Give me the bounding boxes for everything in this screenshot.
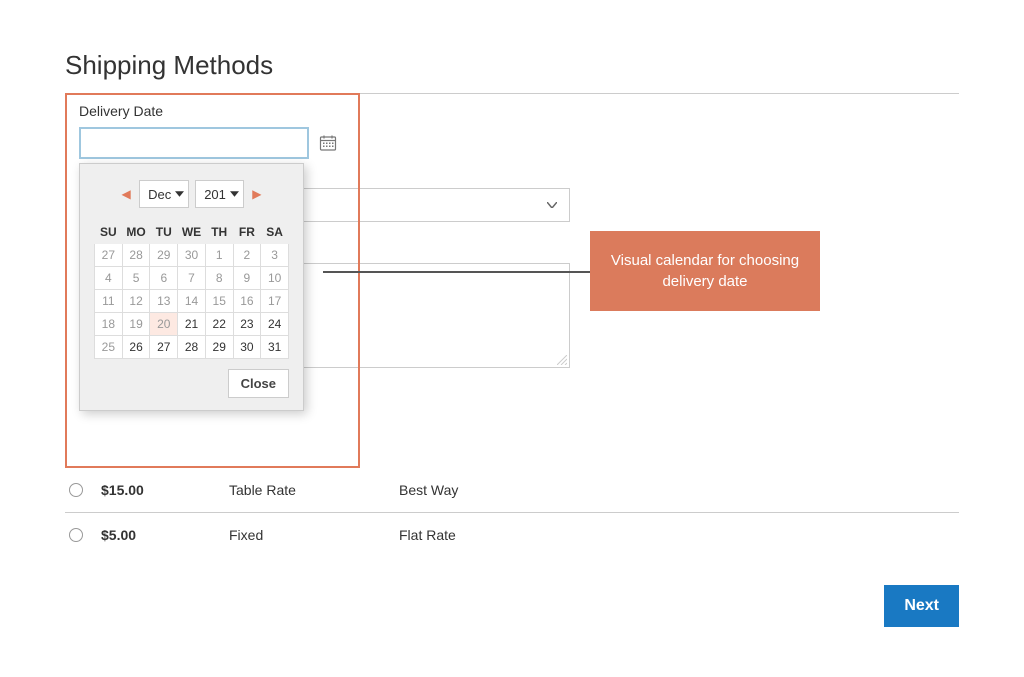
- weekday-header: TH: [205, 221, 233, 244]
- shipping-method-radio[interactable]: [69, 528, 83, 542]
- delivery-area: Delivery Date ◀ Dec: [65, 93, 959, 468]
- weekday-header: WE: [178, 221, 206, 244]
- datepicker-day[interactable]: 2: [233, 244, 261, 267]
- datepicker-day[interactable]: 1: [205, 244, 233, 267]
- datepicker-day[interactable]: 7: [178, 267, 206, 290]
- datepicker-week-row: 18192021222324: [95, 313, 289, 336]
- weekday-header: SU: [95, 221, 123, 244]
- calendar-icon[interactable]: [317, 132, 339, 154]
- datepicker-day[interactable]: 16: [233, 290, 261, 313]
- year-select-value: 201: [204, 187, 226, 202]
- next-button[interactable]: Next: [884, 585, 959, 627]
- chevron-down-icon: [175, 189, 184, 200]
- callout-connector: [323, 271, 590, 273]
- datepicker-day[interactable]: 15: [205, 290, 233, 313]
- datepicker-day[interactable]: 6: [150, 267, 178, 290]
- shipping-method-row: $15.00Table RateBest Way: [65, 468, 959, 512]
- datepicker-day[interactable]: 29: [205, 336, 233, 359]
- datepicker-day[interactable]: 25: [95, 336, 123, 359]
- datepicker-day[interactable]: 11: [95, 290, 123, 313]
- shipping-price: $15.00: [101, 482, 229, 498]
- datepicker-day[interactable]: 28: [122, 244, 150, 267]
- datepicker-day[interactable]: 3: [261, 244, 289, 267]
- datepicker-popup: ◀ Dec 201 ▶ SUMOTUWETHFRSA 27282930: [79, 163, 304, 411]
- weekday-header: FR: [233, 221, 261, 244]
- chevron-down-icon: [230, 189, 239, 200]
- weekday-header: TU: [150, 221, 178, 244]
- datepicker-day[interactable]: 21: [178, 313, 206, 336]
- month-select-value: Dec: [148, 187, 171, 202]
- datepicker-day[interactable]: 10: [261, 267, 289, 290]
- page-title: Shipping Methods: [65, 50, 959, 81]
- shipping-method-name: Table Rate: [229, 482, 399, 498]
- datepicker-day[interactable]: 5: [122, 267, 150, 290]
- weekday-header: MO: [122, 221, 150, 244]
- datepicker-day[interactable]: 26: [122, 336, 150, 359]
- datepicker-day[interactable]: 8: [205, 267, 233, 290]
- datepicker-grid: SUMOTUWETHFRSA 2728293012345678910111213…: [94, 220, 289, 359]
- shipping-price: $5.00: [101, 527, 229, 543]
- shipping-methods-list: $15.00Table RateBest Way$5.00FixedFlat R…: [65, 468, 959, 557]
- datepicker-day[interactable]: 9: [233, 267, 261, 290]
- chevron-down-icon: [547, 199, 557, 211]
- datepicker-week-row: 45678910: [95, 267, 289, 290]
- datepicker-close-button[interactable]: Close: [228, 369, 289, 398]
- datepicker-day[interactable]: 31: [261, 336, 289, 359]
- datepicker-day[interactable]: 22: [205, 313, 233, 336]
- datepicker-day[interactable]: 24: [261, 313, 289, 336]
- shipping-method-name: Fixed: [229, 527, 399, 543]
- month-select[interactable]: Dec: [139, 180, 189, 208]
- resize-handle-icon: [557, 355, 567, 365]
- prev-month-arrow[interactable]: ◀: [119, 187, 133, 201]
- datepicker-day[interactable]: 27: [150, 336, 178, 359]
- datepicker-day[interactable]: 29: [150, 244, 178, 267]
- datepicker-week-row: 25262728293031: [95, 336, 289, 359]
- shipping-carrier-name: Flat Rate: [399, 527, 456, 543]
- weekday-header: SA: [261, 221, 289, 244]
- datepicker-day[interactable]: 28: [178, 336, 206, 359]
- datepicker-day[interactable]: 30: [178, 244, 206, 267]
- shipping-method-row: $5.00FixedFlat Rate: [65, 513, 959, 557]
- datepicker-week-row: 27282930123: [95, 244, 289, 267]
- delivery-date-label: Delivery Date: [79, 103, 346, 119]
- datepicker-day[interactable]: 18: [95, 313, 123, 336]
- datepicker-day[interactable]: 20: [150, 313, 178, 336]
- year-select[interactable]: 201: [195, 180, 244, 208]
- callout-box: Visual calendar for choosing delivery da…: [590, 231, 820, 311]
- datepicker-day[interactable]: 30: [233, 336, 261, 359]
- delivery-date-block: Delivery Date ◀ Dec: [65, 93, 360, 468]
- shipping-carrier-name: Best Way: [399, 482, 458, 498]
- datepicker-day[interactable]: 19: [122, 313, 150, 336]
- datepicker-day[interactable]: 4: [95, 267, 123, 290]
- datepicker-weekday-row: SUMOTUWETHFRSA: [95, 221, 289, 244]
- next-month-arrow[interactable]: ▶: [250, 187, 264, 201]
- datepicker-day[interactable]: 12: [122, 290, 150, 313]
- datepicker-day[interactable]: 14: [178, 290, 206, 313]
- datepicker-day[interactable]: 13: [150, 290, 178, 313]
- datepicker-day[interactable]: 17: [261, 290, 289, 313]
- shipping-method-radio[interactable]: [69, 483, 83, 497]
- delivery-date-input[interactable]: [79, 127, 309, 159]
- datepicker-day[interactable]: 23: [233, 313, 261, 336]
- datepicker-week-row: 11121314151617: [95, 290, 289, 313]
- datepicker-day[interactable]: 27: [95, 244, 123, 267]
